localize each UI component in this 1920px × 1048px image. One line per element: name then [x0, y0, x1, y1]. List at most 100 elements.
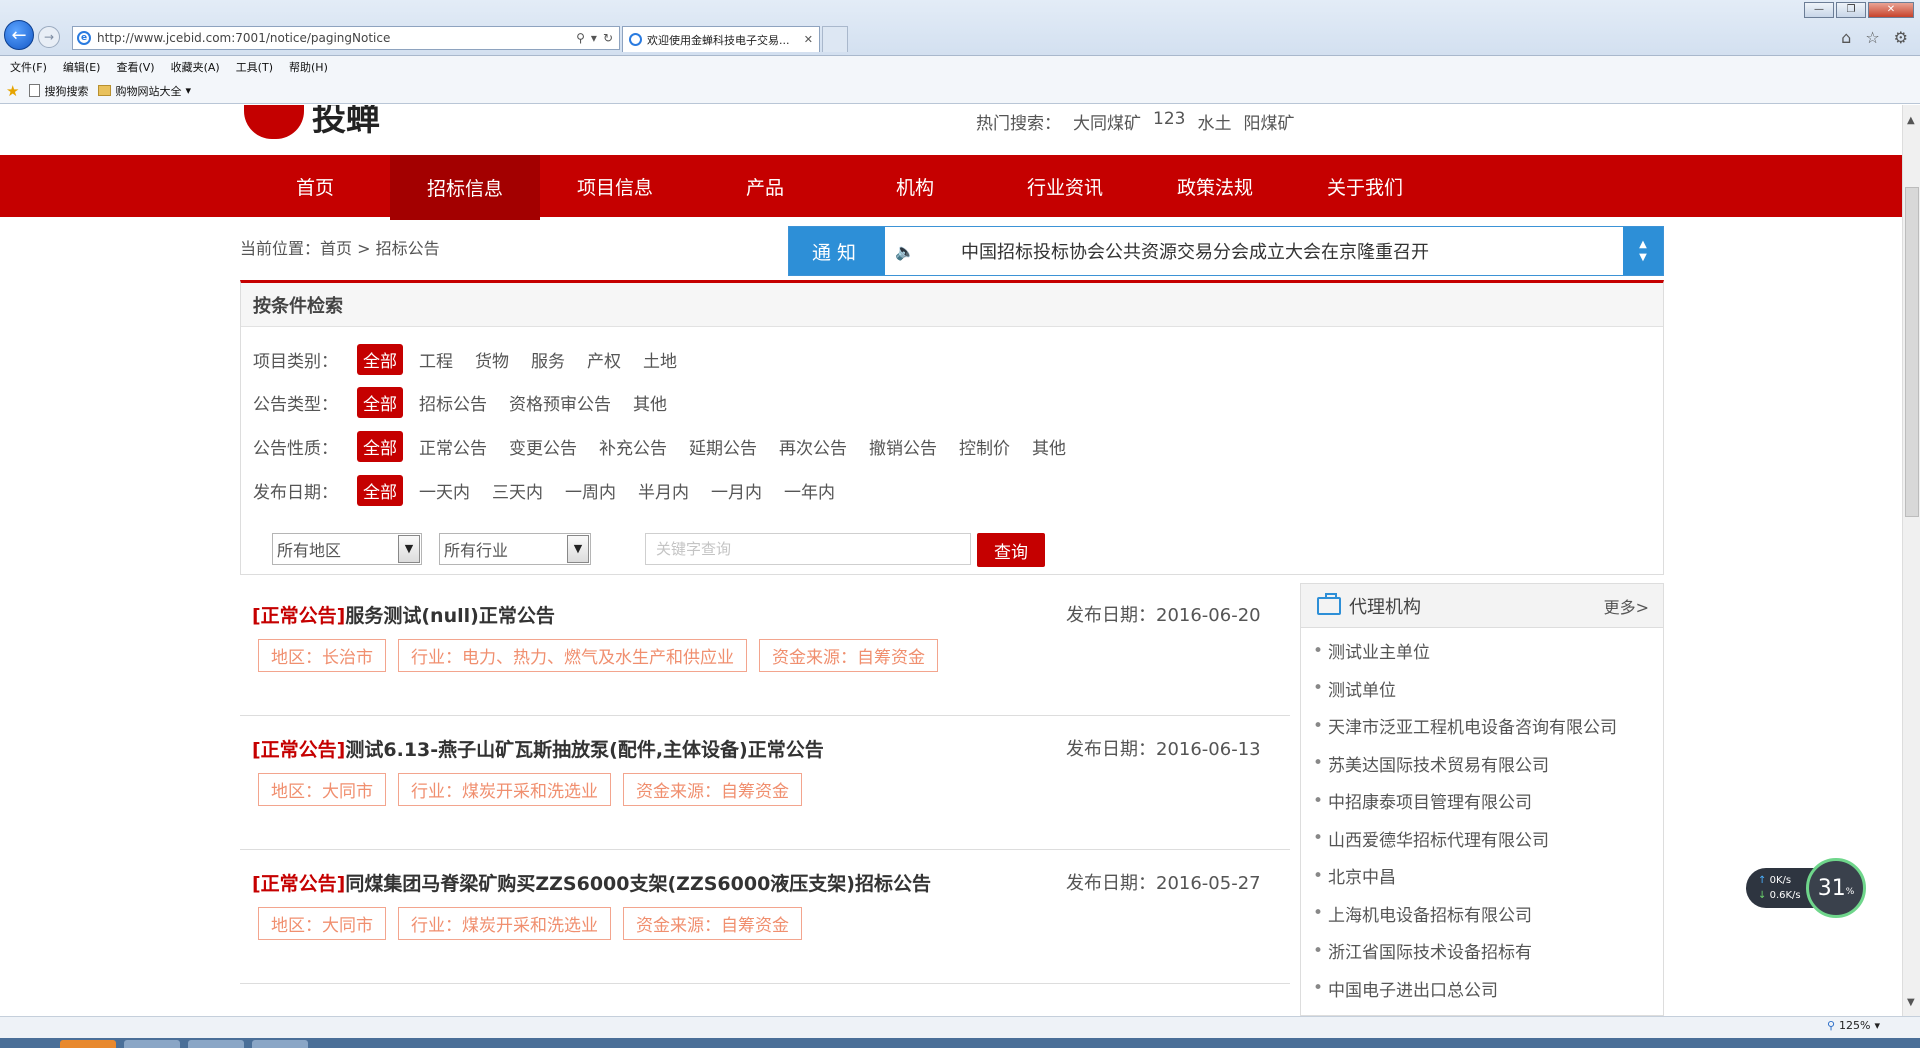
menu-view[interactable]: 查看(V)	[116, 59, 154, 75]
agency-item[interactable]: 天津市泛亚工程机电设备咨询有限公司	[1313, 707, 1663, 745]
filter-option[interactable]: 控制价	[953, 431, 1016, 462]
browser-tab[interactable]: 欢迎使用金蝉科技电子交易... ✕	[622, 26, 820, 52]
menu-file[interactable]: 文件(F)	[10, 59, 47, 75]
filter-option[interactable]: 工程	[413, 344, 459, 375]
hot-search-item[interactable]: 大同煤矿	[1073, 109, 1141, 134]
arrow-down-icon[interactable]: ▼	[1639, 251, 1647, 264]
refresh-icon[interactable]: ↻	[603, 31, 613, 45]
filter-option[interactable]: 土地	[637, 344, 683, 375]
menu-favorites[interactable]: 收藏夹(A)	[171, 59, 220, 75]
restore-icon[interactable]: ❐	[1836, 2, 1866, 18]
menu-help[interactable]: 帮助(H)	[289, 59, 328, 75]
filter-option[interactable]: 全部	[357, 430, 403, 462]
search-icon[interactable]: ⚲	[576, 31, 585, 45]
chevron-down-icon[interactable]: ▼	[398, 535, 420, 563]
favorite-shopping[interactable]: 购物网站大全 ▾	[98, 83, 191, 99]
chevron-down-icon[interactable]: ▼	[567, 535, 589, 563]
filter-option[interactable]: 一月内	[705, 475, 768, 506]
agency-item[interactable]: 浙江省国际技术设备招标有	[1313, 932, 1663, 970]
menu-tools[interactable]: 工具(T)	[236, 59, 273, 75]
vertical-scrollbar[interactable]: ▲ ▼	[1902, 105, 1920, 1016]
filter-option[interactable]: 延期公告	[683, 431, 763, 462]
arrow-up-icon[interactable]: ▲	[1639, 238, 1647, 251]
notice-title[interactable]: [正常公告]服务测试(null)正常公告	[252, 601, 555, 628]
query-button[interactable]: 查询	[977, 533, 1045, 567]
zoom-control[interactable]: ⚲ 125% ▾	[1827, 1019, 1880, 1032]
taskbar-app-icon[interactable]	[60, 1040, 116, 1048]
notice-list-item[interactable]: [正常公告]同煤集团马脊梁矿购买ZZS6000支架(ZZS6000液压支架)招标…	[240, 851, 1290, 984]
nav-industry-news[interactable]: 行业资讯	[990, 155, 1140, 217]
agency-item[interactable]: 中招康泰项目管理有限公司	[1313, 782, 1663, 820]
filter-option[interactable]: 三天内	[486, 475, 549, 506]
nav-home[interactable]: 首页	[240, 155, 390, 217]
nav-about[interactable]: 关于我们	[1290, 155, 1440, 217]
url-text[interactable]: http://www.jcebid.com:7001/notice/paging…	[97, 31, 570, 45]
region-select[interactable]: 所有地区 ▼	[272, 533, 422, 565]
taskbar-app-icon[interactable]	[252, 1040, 308, 1048]
agency-item[interactable]: 中国电子进出口总公司	[1313, 970, 1663, 1008]
filter-option[interactable]: 一年内	[778, 475, 841, 506]
taskbar-app-icon[interactable]	[124, 1040, 180, 1048]
filter-option[interactable]: 再次公告	[773, 431, 853, 462]
filter-option[interactable]: 其他	[1026, 431, 1072, 462]
address-bar[interactable]: e http://www.jcebid.com:7001/notice/pagi…	[72, 26, 620, 50]
filter-option[interactable]: 半月内	[632, 475, 695, 506]
network-speed-widget[interactable]: ↑ 0K/s ↓ 0.6K/s 31%	[1746, 858, 1866, 918]
favorite-sogou[interactable]: 搜狗搜索	[29, 83, 88, 99]
forward-arrow-icon[interactable]: →	[38, 26, 60, 48]
close-window-icon[interactable]: ✕	[1868, 2, 1914, 18]
agency-item[interactable]: 山西爱德华招标代理有限公司	[1313, 820, 1663, 858]
scroll-up-icon[interactable]: ▲	[1907, 115, 1915, 126]
notice-list-item[interactable]: [正常公告]测试6.13-燕子山矿瓦斯抽放泵(配件,主体设备)正常公告 发布日期…	[240, 717, 1290, 850]
filter-option[interactable]: 一周内	[559, 475, 622, 506]
settings-gear-icon[interactable]: ⚙	[1894, 28, 1908, 47]
agency-item[interactable]: 测试单位	[1313, 670, 1663, 708]
filter-option[interactable]: 产权	[581, 344, 627, 375]
filter-option[interactable]: 补充公告	[593, 431, 673, 462]
filter-option[interactable]: 变更公告	[503, 431, 583, 462]
chevron-down-icon[interactable]: ▾	[1874, 1019, 1880, 1032]
notice-list-item[interactable]: [正常公告]服务测试(null)正常公告 发布日期：2016-06-20 地区：…	[240, 583, 1290, 716]
nav-bidding-info[interactable]: 招标信息	[390, 155, 540, 220]
hot-search-item[interactable]: 123	[1153, 109, 1185, 134]
filter-option[interactable]: 资格预审公告	[503, 387, 617, 418]
scroll-thumb[interactable]	[1905, 187, 1919, 517]
minimize-icon[interactable]: —	[1804, 2, 1834, 18]
taskbar-app-icon[interactable]	[188, 1040, 244, 1048]
home-icon[interactable]: ⌂	[1841, 28, 1851, 47]
nav-institutions[interactable]: 机构	[840, 155, 990, 217]
filter-option[interactable]: 正常公告	[413, 431, 493, 462]
filter-option[interactable]: 全部	[357, 474, 403, 506]
filter-option[interactable]: 货物	[469, 344, 515, 375]
scroll-down-icon[interactable]: ▼	[1907, 997, 1915, 1008]
memory-usage-ring[interactable]: 31%	[1806, 858, 1866, 918]
filter-option[interactable]: 撤销公告	[863, 431, 943, 462]
nav-policy[interactable]: 政策法规	[1140, 155, 1290, 217]
notice-scroll-arrows[interactable]: ▲ ▼	[1623, 227, 1663, 275]
filter-option[interactable]: 一天内	[413, 475, 476, 506]
dropdown-icon[interactable]: ▾	[591, 31, 597, 45]
filter-option[interactable]: 全部	[357, 386, 403, 418]
notice-title[interactable]: [正常公告]同煤集团马脊梁矿购买ZZS6000支架(ZZS6000液压支架)招标…	[252, 869, 931, 896]
filter-option[interactable]: 全部	[357, 343, 403, 375]
agency-item[interactable]: 苏美达国际技术贸易有限公司	[1313, 745, 1663, 783]
industry-select[interactable]: 所有行业 ▼	[439, 533, 591, 565]
new-tab-button[interactable]	[822, 26, 848, 52]
notice-text[interactable]: 中国招标投标协会公共资源交易分会成立大会在京隆重召开	[925, 238, 1623, 264]
hot-search-item[interactable]: 水土	[1197, 109, 1231, 134]
filter-option[interactable]: 招标公告	[413, 387, 493, 418]
close-tab-icon[interactable]: ✕	[804, 33, 813, 46]
nav-products[interactable]: 产品	[690, 155, 840, 217]
hot-search-item[interactable]: 阳煤矿	[1243, 109, 1294, 134]
nav-project-info[interactable]: 项目信息	[540, 155, 690, 217]
more-link[interactable]: 更多>	[1604, 594, 1663, 618]
notice-title[interactable]: [正常公告]测试6.13-燕子山矿瓦斯抽放泵(配件,主体设备)正常公告	[252, 735, 824, 762]
site-logo[interactable]: 投蝉	[244, 105, 380, 139]
agency-item[interactable]: 北京中昌	[1313, 857, 1663, 895]
filter-option[interactable]: 服务	[525, 344, 571, 375]
agency-item[interactable]: 测试业主单位	[1313, 632, 1663, 670]
filter-option[interactable]: 其他	[627, 387, 673, 418]
back-arrow-icon[interactable]: ←	[4, 20, 34, 50]
favorites-star-icon[interactable]: ★	[6, 82, 19, 100]
breadcrumb[interactable]: 当前位置：首页 > 招标公告	[240, 235, 440, 259]
